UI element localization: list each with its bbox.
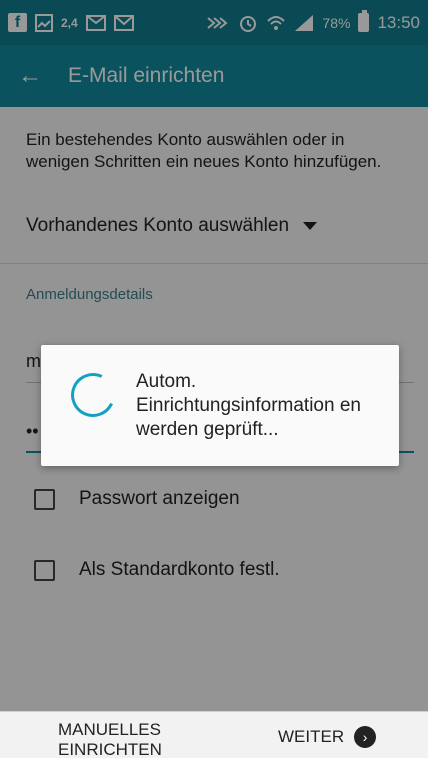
dialog-message: Autom. Einrichtungsinformation en werden…	[136, 371, 361, 440]
manual-setup-button[interactable]: MANUELLES EINRICHTEN	[58, 720, 188, 758]
progress-dialog: Autom. Einrichtungsinformation en werden…	[41, 345, 399, 466]
chevron-right-icon: ›	[354, 726, 377, 748]
loading-spinner-icon	[64, 366, 122, 424]
bottom-bar: MANUELLES EINRICHTEN WEITER ›	[0, 711, 428, 758]
next-label: WEITER	[278, 727, 345, 746]
next-button[interactable]: WEITER ›	[278, 726, 377, 748]
